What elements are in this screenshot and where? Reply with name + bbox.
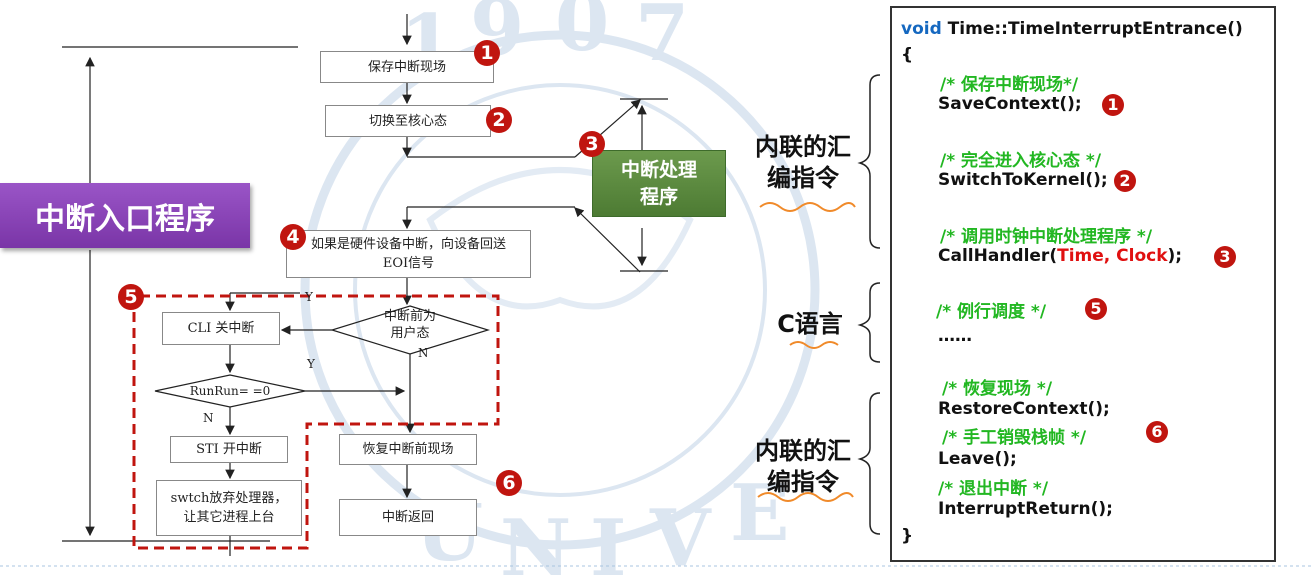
sti-box: STI 开中断 (170, 436, 288, 463)
code-comment-kernel: /* 完全进入核心态 */ (940, 151, 1102, 171)
switch-process-box: swtch放弃处理器， 让其它进程上台 (156, 480, 302, 536)
code-line-restore-context: RestoreContext(); (938, 399, 1110, 419)
step-badge-5: 5 (118, 284, 144, 310)
code-badge-3: 3 (1214, 246, 1236, 268)
yes-label-top: Y (305, 290, 313, 304)
runrun-decision-label: RunRun= =0 (189, 384, 271, 398)
code-comment-schedule: /* 例行调度 */ (936, 302, 1047, 322)
interrupt-entry-label: 中断入口程序 (0, 183, 250, 248)
no-label-bottom: N (203, 411, 214, 425)
code-badge-2: 2 (1114, 170, 1136, 192)
code-badge-1: 1 (1102, 94, 1124, 116)
code-comment-save: /* 保存中断现场*/ (940, 75, 1079, 95)
code-line-save-context: SaveContext(); (938, 94, 1082, 114)
code-open-brace: { (901, 45, 914, 65)
step-badge-2: 2 (486, 107, 512, 133)
code-line-interrupt-return: InterruptReturn(); (938, 499, 1113, 519)
keyword-void: void (901, 19, 942, 39)
code-line-leave: Leave(); (938, 449, 1017, 469)
step-badge-3: 3 (579, 131, 605, 157)
interrupt-return-box: 中断返回 (339, 499, 477, 536)
code-signature: void Time::TimeInterruptEntrance() (901, 19, 1243, 39)
step-badge-1: 1 (474, 40, 500, 66)
user-mode-decision-label: 中断前为 用户态 (383, 309, 436, 341)
code-line-switch-kernel: SwitchToKernel(); (938, 170, 1108, 190)
code-comment-handler: /* 调用时钟中断处理程序 */ (940, 227, 1153, 247)
code-close-brace: } (901, 526, 914, 546)
inline-asm-label-bottom: 内联的汇 编指令 (755, 437, 851, 496)
step-badge-6: 6 (496, 470, 522, 496)
cli-box: CLI 关中断 (162, 312, 280, 345)
c-language-label: C语言 (777, 310, 843, 338)
restore-context-box: 恢复中断前现场 (339, 434, 477, 465)
code-panel: void Time::TimeInterruptEntrance() { /* … (890, 6, 1276, 562)
code-badge-5: 5 (1085, 298, 1107, 320)
code-comment-exit: /* 退出中断 */ (938, 479, 1049, 499)
code-line-call-handler: CallHandler(Time, Clock); (938, 246, 1183, 266)
eoi-box: 如果是硬件设备中断，向设备回送 EOI信号 (286, 230, 531, 278)
step-badge-4: 4 (280, 224, 306, 250)
yes-label-mid: Y (307, 357, 315, 371)
save-context-box: 保存中断现场 (320, 51, 494, 83)
interrupt-handler-box: 中断处理 程序 (592, 150, 726, 217)
inline-asm-label-top: 内联的汇 编指令 (755, 133, 851, 192)
code-comment-leave: /* 手工销毁栈帧 */ (942, 428, 1087, 448)
no-label-right: N (418, 346, 429, 360)
code-badge-6: 6 (1146, 421, 1168, 443)
switch-kernel-box: 切换至核心态 (325, 105, 491, 137)
code-ellipsis: …… (938, 326, 972, 346)
code-comment-restore: /* 恢复现场 */ (942, 379, 1053, 399)
